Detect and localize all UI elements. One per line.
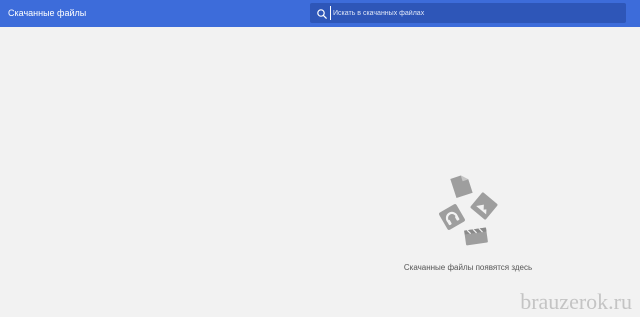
empty-state-message: Скачанные файлы появятся здесь <box>403 263 533 272</box>
empty-state-illustration <box>434 170 504 250</box>
search-icon[interactable] <box>316 7 328 19</box>
audio-icon <box>439 204 465 230</box>
downloads-page: Скачанные файлы Искать в скачанных файла… <box>0 0 640 317</box>
video-icon <box>464 227 488 246</box>
document-icon <box>450 175 473 198</box>
page-title: Скачанные файлы <box>8 8 87 18</box>
image-icon <box>470 192 498 220</box>
toolbar: Скачанные файлы <box>0 0 640 27</box>
search-box[interactable] <box>310 3 626 23</box>
search-input[interactable] <box>330 6 623 20</box>
watermark: brauzerok.ru <box>520 289 632 314</box>
